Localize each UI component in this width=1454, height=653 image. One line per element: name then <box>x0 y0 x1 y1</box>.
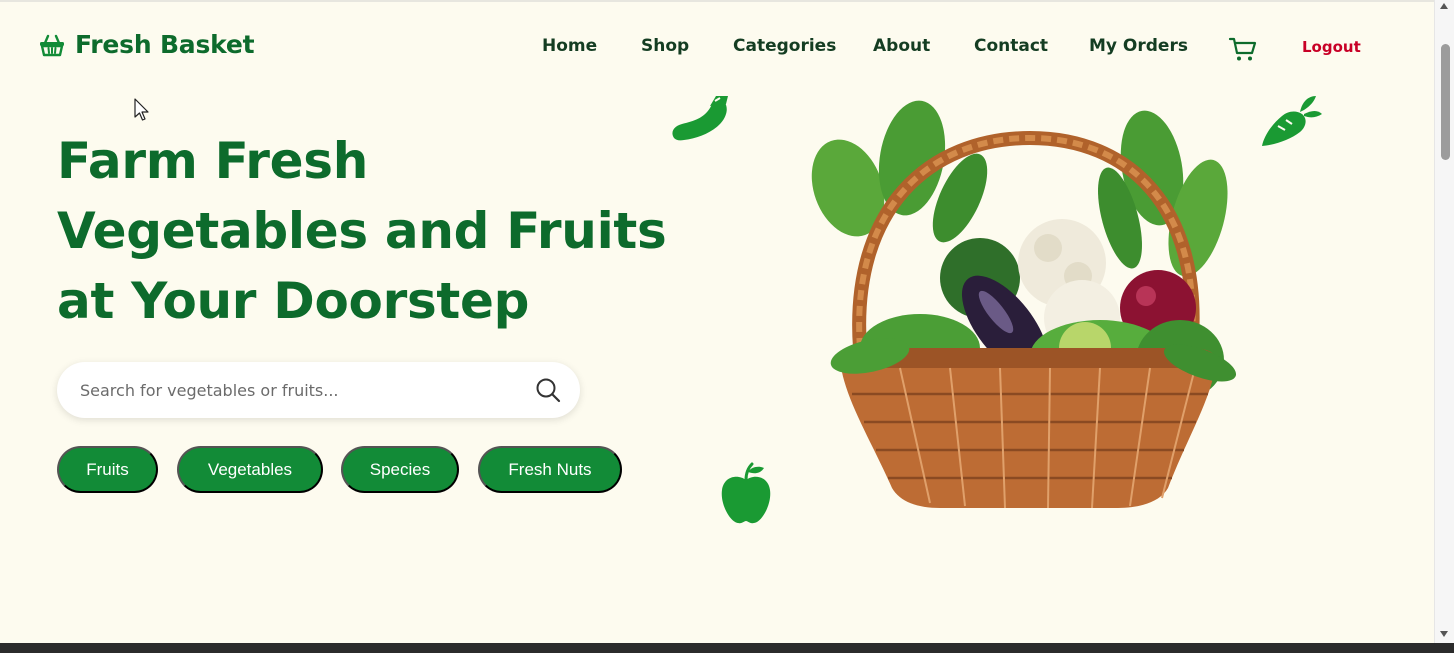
category-chip-vegetables[interactable]: Vegetables <box>177 446 323 493</box>
landing-page: Fresh Basket Home Shop Categories About … <box>0 0 1454 653</box>
hero-headline: Farm Fresh Vegetables and Fruits at Your… <box>57 126 697 336</box>
nav-link-about[interactable]: About <box>873 36 930 56</box>
nav-link-categories[interactable]: Categories <box>733 36 836 56</box>
headline-line: at Your Doorstep <box>57 272 530 330</box>
search-input[interactable] <box>80 380 534 400</box>
mouse-pointer-icon <box>134 98 150 122</box>
window-bottom-bar <box>0 643 1454 653</box>
category-chip-species[interactable]: Species <box>341 446 459 493</box>
search-bar <box>57 362 580 418</box>
nav-link-home[interactable]: Home <box>542 36 597 56</box>
vegetable-basket-image <box>800 98 1250 518</box>
vertical-scrollbar[interactable] <box>1434 0 1454 643</box>
search-icon[interactable] <box>534 376 562 404</box>
nav-link-contact[interactable]: Contact <box>974 36 1048 56</box>
scroll-down-arrow-icon[interactable] <box>1440 631 1448 637</box>
cart-icon[interactable] <box>1228 34 1258 64</box>
logout-button[interactable]: Logout <box>1302 38 1361 56</box>
headline-line: Vegetables and Fruits <box>57 202 667 260</box>
window-top-border <box>0 0 1454 2</box>
headline-line: Farm Fresh <box>57 132 369 190</box>
nav-link-shop[interactable]: Shop <box>641 36 689 56</box>
apple-icon <box>718 462 774 530</box>
scroll-thumb[interactable] <box>1441 44 1450 160</box>
category-chip-fruits[interactable]: Fruits <box>57 446 158 493</box>
nav-link-my-orders[interactable]: My Orders <box>1089 36 1188 56</box>
chili-icon <box>668 94 732 148</box>
carrot-icon <box>1258 92 1324 154</box>
scroll-up-arrow-icon[interactable] <box>1440 3 1448 9</box>
category-chip-fresh-nuts[interactable]: Fresh Nuts <box>478 446 622 493</box>
